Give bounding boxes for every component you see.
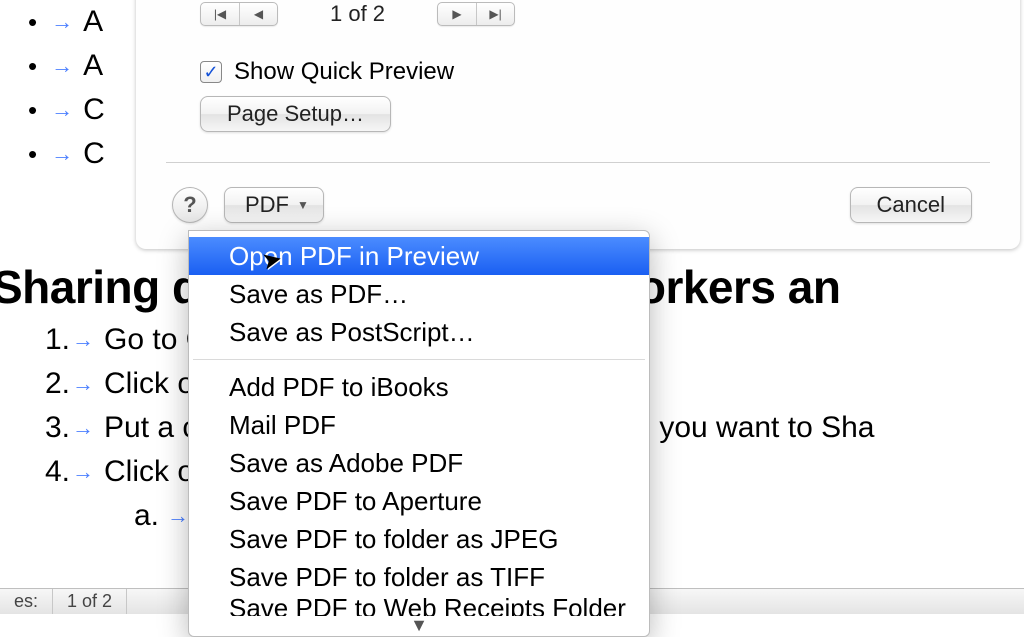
page-setup-button[interactable]: Page Setup… bbox=[200, 96, 391, 132]
pager-forward-group: ▶ ▶| bbox=[437, 2, 515, 26]
bullet-text: C bbox=[83, 137, 105, 171]
menu-item-save-to-aperture[interactable]: Save PDF to Aperture bbox=[189, 482, 649, 520]
list-number: 1. bbox=[20, 323, 70, 357]
tab-arrow-icon: → bbox=[167, 503, 189, 529]
bullet-text: C bbox=[83, 93, 105, 127]
menu-scroll-down-icon[interactable]: ▼ bbox=[189, 616, 649, 634]
status-page-cell: 1 of 2 bbox=[53, 589, 127, 614]
tab-arrow-icon: → bbox=[51, 53, 73, 79]
menu-item-save-adobe-pdf[interactable]: Save as Adobe PDF bbox=[189, 444, 649, 482]
pdf-menu-button[interactable]: PDF ▼ bbox=[224, 187, 324, 223]
sub-list-letter: a. bbox=[134, 499, 159, 533]
menu-item-open-pdf-preview[interactable]: Open PDF in Preview bbox=[189, 237, 649, 275]
pager-last-button[interactable]: ▶| bbox=[476, 3, 514, 25]
pager-back-group: |◀ ◀ bbox=[200, 2, 278, 26]
bullet-dot-icon: • bbox=[28, 7, 37, 38]
list-number: 3. bbox=[20, 411, 70, 445]
pdf-button-label: PDF bbox=[245, 192, 289, 218]
tab-arrow-icon: → bbox=[72, 459, 94, 485]
pager-next-button[interactable]: ▶ bbox=[438, 3, 476, 25]
list-number: 2. bbox=[20, 367, 70, 401]
menu-item-add-to-ibooks[interactable]: Add PDF to iBooks bbox=[189, 368, 649, 406]
list-number: 4. bbox=[20, 455, 70, 489]
pager-label: 1 of 2 bbox=[330, 1, 385, 27]
tab-arrow-icon: → bbox=[72, 371, 94, 397]
pager-prev-button[interactable]: ◀ bbox=[239, 3, 277, 25]
tab-arrow-icon: → bbox=[51, 9, 73, 35]
pdf-dropdown-menu: Open PDF in Preview Save as PDF… Save as… bbox=[188, 230, 650, 637]
bullet-item: • → A bbox=[0, 0, 105, 44]
dialog-bottom-row: ? PDF ▼ Cancel bbox=[166, 187, 990, 223]
preview-pager: |◀ ◀ 1 of 2 ▶ ▶| bbox=[200, 0, 990, 28]
help-button[interactable]: ? bbox=[172, 187, 208, 223]
menu-item-mail-pdf[interactable]: Mail PDF bbox=[189, 406, 649, 444]
tab-arrow-icon: → bbox=[72, 327, 94, 353]
tab-arrow-icon: → bbox=[72, 415, 94, 441]
bullet-dot-icon: • bbox=[28, 95, 37, 126]
show-quick-preview-checkbox[interactable]: ✓ bbox=[200, 61, 222, 83]
menu-item-save-as-postscript[interactable]: Save as PostScript… bbox=[189, 313, 649, 351]
bullet-text: A bbox=[83, 49, 103, 83]
chevron-down-icon: ▼ bbox=[297, 198, 309, 212]
show-quick-preview-label: Show Quick Preview bbox=[234, 58, 454, 86]
menu-separator bbox=[193, 359, 645, 360]
pager-first-button[interactable]: |◀ bbox=[201, 3, 239, 25]
menu-item-partial[interactable]: Save PDF to Web Receipts Folder bbox=[189, 596, 649, 616]
page-setup-row: Page Setup… bbox=[200, 96, 990, 132]
bullet-list: • → A • → A • → C • → C bbox=[0, 0, 105, 176]
show-quick-preview-row: ✓ Show Quick Preview bbox=[200, 58, 990, 86]
bullet-dot-icon: • bbox=[28, 139, 37, 170]
bullet-item: • → C bbox=[0, 88, 105, 132]
tab-arrow-icon: → bbox=[51, 141, 73, 167]
print-dialog: |◀ ◀ 1 of 2 ▶ ▶| ✓ Show Quick Preview Pa… bbox=[136, 0, 1020, 249]
menu-item-save-folder-tiff[interactable]: Save PDF to folder as TIFF bbox=[189, 558, 649, 596]
menu-item-save-as-pdf[interactable]: Save as PDF… bbox=[189, 275, 649, 313]
status-left-cell: es: bbox=[0, 589, 53, 614]
bullet-text: A bbox=[83, 5, 103, 39]
bullet-item: • → C bbox=[0, 132, 105, 176]
menu-item-save-folder-jpeg[interactable]: Save PDF to folder as JPEG bbox=[189, 520, 649, 558]
tab-arrow-icon: → bbox=[51, 97, 73, 123]
dialog-divider bbox=[166, 162, 990, 163]
bullet-dot-icon: • bbox=[28, 51, 37, 82]
bullet-item: • → A bbox=[0, 44, 105, 88]
cancel-button[interactable]: Cancel bbox=[850, 187, 972, 223]
